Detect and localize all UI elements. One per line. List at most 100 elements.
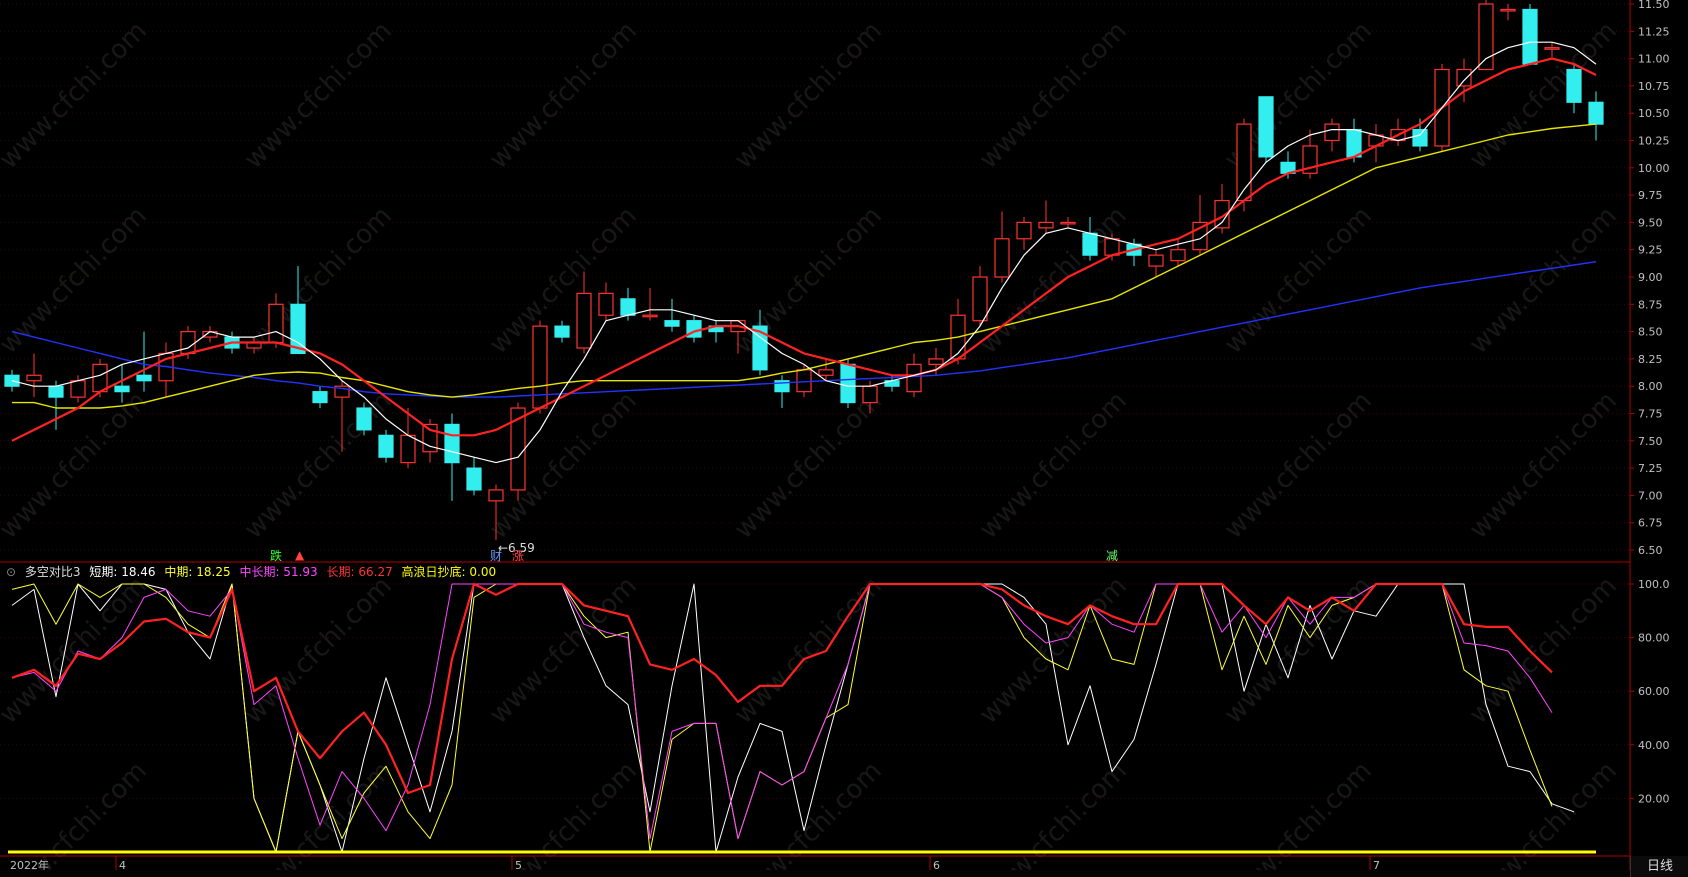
candle (994, 238, 1010, 278)
watermark-text: www.cfchi.com (239, 571, 398, 730)
watermark-text: www.cfchi.com (484, 16, 643, 175)
watermark-text: www.cfchi.com (729, 756, 888, 877)
candle (70, 380, 86, 398)
candle (972, 276, 988, 322)
price-tick-label: 10.75 (1638, 80, 1670, 93)
candle (1588, 101, 1604, 125)
legend-long: 长期: 66.27 (326, 565, 393, 579)
candle (862, 385, 878, 404)
watermark-text: www.cfchi.com (484, 386, 643, 545)
candle (1104, 238, 1120, 256)
candle (1324, 123, 1340, 142)
watermark-text: www.cfchi.com (974, 386, 1133, 545)
watermark-text: www.cfchi.com (729, 16, 888, 175)
price-tick-label: 8.50 (1638, 326, 1663, 339)
price-tick-label: 6.75 (1638, 517, 1663, 530)
candle (928, 358, 944, 365)
candle (268, 303, 284, 344)
watermark-text: www.cfchi.com (1219, 756, 1378, 877)
price-tick-label: 11.50 (1638, 0, 1670, 11)
stock-chart[interactable]: www.cfchi.com www.cfchi.com www.cfchi.com w… (0, 0, 1688, 877)
price-tick-label: 6.50 (1638, 544, 1663, 557)
watermark-text: www.cfchi.com (974, 16, 1133, 175)
candle (1082, 232, 1098, 256)
legend-collapse-icon[interactable]: ⊙ (6, 565, 16, 579)
candle (180, 331, 196, 355)
candle (26, 374, 42, 382)
watermark-text: www.cfchi.com (1219, 386, 1378, 545)
watermark-text: www.cfchi.com (0, 16, 153, 175)
candle (1544, 47, 1560, 50)
price-tick-label: 8.00 (1638, 380, 1663, 393)
price-tick-label: 9.50 (1638, 216, 1663, 229)
candle (466, 467, 482, 491)
candle (1060, 221, 1076, 225)
price-tick-label: 9.25 (1638, 244, 1663, 257)
candle (642, 314, 658, 318)
event-marker-die: 跌 (270, 548, 282, 563)
watermark-text: www.cfchi.com (484, 756, 643, 877)
candle (444, 423, 460, 464)
candle (1456, 68, 1472, 87)
candle (1346, 128, 1362, 158)
legend-midlong: 中长期: 51.93 (239, 565, 318, 579)
candle (1148, 254, 1164, 267)
candle (664, 320, 680, 327)
candle (840, 363, 856, 404)
watermark-text: www.cfchi.com (239, 201, 398, 360)
indicator-panel[interactable] (8, 582, 1596, 854)
event-marker-arrow: ▲ (295, 548, 305, 562)
price-tick-label: 7.00 (1638, 489, 1663, 502)
watermark-text: www.cfchi.com (484, 571, 643, 730)
candle (488, 489, 504, 502)
price-tick-label: 11.25 (1638, 25, 1670, 38)
candle (576, 292, 592, 349)
event-marker-jian: 减 (1106, 549, 1118, 563)
watermark-text: www.cfchi.com (239, 16, 398, 175)
watermark-text: www.cfchi.com (729, 386, 888, 545)
price-tick-label: 9.00 (1638, 271, 1663, 284)
candle (378, 434, 394, 458)
price-tick-label: 8.75 (1638, 298, 1663, 311)
indicator-tick-label: 40.00 (1638, 739, 1670, 752)
price-tick-label: 7.75 (1638, 408, 1663, 421)
candle (92, 363, 108, 393)
price-tick-label: 9.75 (1638, 189, 1663, 202)
indicator-legend: ⊙ 多空对比3 短期: 18.46 中期: 18.25 中长期: 51.93 长… (6, 563, 501, 580)
event-marker-cai: 财 (490, 549, 502, 563)
legend-bottom: 高浪日抄底: 0.00 (401, 565, 497, 579)
candle (906, 363, 922, 393)
watermark-text: www.cfchi.com (1219, 571, 1378, 730)
indicator-tick-label: 100.0 (1638, 578, 1670, 591)
indicator-tick-label: 20.00 (1638, 792, 1670, 805)
watermark-text: www.cfchi.com (1219, 201, 1378, 360)
candle (1258, 96, 1274, 158)
price-tick-label: 7.50 (1638, 435, 1663, 448)
candle (1500, 8, 1516, 12)
indicator-tick-label: 80.00 (1638, 632, 1670, 645)
event-marker-zhang: 涨 (512, 548, 524, 563)
price-tick-label: 10.00 (1638, 162, 1670, 175)
period-tab-daily[interactable]: 日线 (1630, 856, 1688, 877)
price-tick-label: 10.25 (1638, 135, 1670, 148)
candle (48, 385, 64, 398)
watermark-text: www.cfchi.com (1464, 571, 1623, 730)
high-price-label: ←11.56 (1492, 0, 1536, 2)
watermark-text: www.cfchi.com (1464, 201, 1623, 360)
candle (400, 434, 416, 464)
watermark-text: www.cfchi.com (239, 386, 398, 545)
watermark-text: www.cfchi.com (0, 201, 153, 360)
legend-name[interactable]: 多空对比3 (25, 565, 81, 579)
price-tick-label: 7.25 (1638, 462, 1663, 475)
candle (1522, 8, 1538, 65)
candle (1170, 249, 1186, 262)
indicator-tick-label: 60.00 (1638, 685, 1670, 698)
candle (312, 391, 328, 404)
candle (114, 385, 130, 393)
watermark-text: www.cfchi.com (974, 756, 1133, 877)
candle (1038, 221, 1054, 229)
price-tick-label: 10.50 (1638, 107, 1670, 120)
candle (598, 292, 614, 316)
watermark-text: www.cfchi.com (239, 756, 398, 877)
candle (1478, 3, 1494, 71)
